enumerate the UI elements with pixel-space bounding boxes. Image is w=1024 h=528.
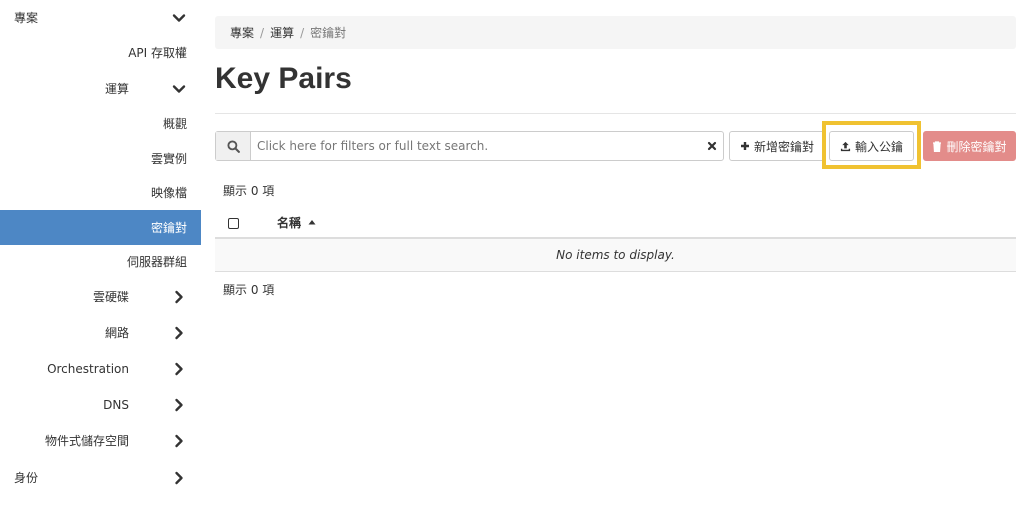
- table-header: 名稱: [215, 205, 1016, 239]
- sidebar-item-label: 雲硬碟: [92, 290, 129, 304]
- chevron-right-icon: [175, 290, 183, 303]
- create-key-pair-label: 新增密鑰對: [753, 139, 814, 154]
- clear-search-button[interactable]: [701, 132, 723, 160]
- sidebar-item-api-access[interactable]: API 存取權: [0, 35, 201, 70]
- breadcrumb-current: 密鑰對: [310, 26, 347, 40]
- sidebar-item-compute[interactable]: 運算: [0, 71, 201, 106]
- sidebar-item-label: DNS: [103, 397, 129, 412]
- plus-icon: [740, 142, 749, 150]
- sidebar-item-overview[interactable]: 概觀: [0, 106, 201, 141]
- breadcrumb: 專案 / 運算 / 密鑰對: [215, 16, 1016, 49]
- sidebar-item-key-pairs[interactable]: 密鑰對: [0, 210, 201, 245]
- chevron-down-icon: [172, 13, 186, 22]
- chevron-down-icon: [172, 84, 186, 93]
- sort-asc-icon: [308, 220, 316, 225]
- chevron-right-icon: [175, 326, 183, 339]
- sidebar-item-label: 雲實例: [150, 152, 187, 166]
- empty-table-message: No items to display.: [215, 239, 1016, 272]
- sidebar-item-volumes[interactable]: 雲硬碟: [0, 279, 201, 314]
- column-header-name[interactable]: 名稱: [277, 214, 316, 231]
- delete-key-pairs-button[interactable]: 刪除密鑰對: [923, 131, 1016, 161]
- sidebar-item-label: 密鑰對: [150, 221, 187, 235]
- column-header-label: 名稱: [277, 216, 302, 230]
- sidebar-item-label: 物件式儲存空間: [44, 434, 129, 448]
- sidebar-item-images[interactable]: 映像檔: [0, 175, 201, 210]
- sidebar-item-label: 映像檔: [150, 186, 187, 200]
- sidebar-item-identity[interactable]: 身份: [0, 460, 201, 495]
- sidebar-item-dns[interactable]: DNS: [0, 387, 201, 422]
- sidebar-item-project[interactable]: 專案: [0, 0, 201, 35]
- sidebar-item-label: 概觀: [162, 117, 187, 131]
- sidebar-item-label: 網路: [104, 326, 129, 340]
- breadcrumb-item-project[interactable]: 專案: [230, 24, 254, 41]
- breadcrumb-separator: /: [300, 25, 305, 40]
- search-button[interactable]: [216, 132, 251, 160]
- delete-key-pairs-label: 刪除密鑰對: [946, 139, 1007, 154]
- sidebar-item-server-groups[interactable]: 伺服器群組: [0, 244, 201, 279]
- trash-icon: [933, 140, 942, 152]
- search-input[interactable]: [251, 132, 701, 160]
- sidebar-item-label: 身份: [14, 471, 39, 485]
- sidebar-item-label: Orchestration: [47, 361, 129, 376]
- close-icon: [707, 141, 717, 151]
- breadcrumb-item-compute[interactable]: 運算: [270, 24, 294, 41]
- sidebar-item-label: 專案: [14, 11, 39, 25]
- sidebar-item-label: 伺服器群組: [126, 255, 187, 269]
- search-icon: [226, 139, 240, 153]
- item-count-footer: 顯示 0 項: [223, 283, 275, 297]
- sidebar-item-orchestration[interactable]: Orchestration: [0, 351, 201, 386]
- page-title: Key Pairs: [215, 62, 352, 95]
- chevron-right-icon: [175, 434, 183, 447]
- divider: [215, 113, 1016, 114]
- sidebar-item-instances[interactable]: 雲實例: [0, 141, 201, 176]
- sidebar-item-network[interactable]: 網路: [0, 315, 201, 350]
- sidebar-item-label: 運算: [104, 82, 129, 96]
- chevron-right-icon: [175, 398, 183, 411]
- breadcrumb-separator: /: [260, 25, 265, 40]
- sidebar-item-object-store[interactable]: 物件式儲存空間: [0, 423, 201, 458]
- create-key-pair-button[interactable]: 新增密鑰對: [729, 131, 825, 161]
- chevron-right-icon: [175, 471, 183, 484]
- sidebar-item-label: API 存取權: [128, 46, 187, 60]
- search-bar: [215, 131, 724, 161]
- main-content: 專案 / 運算 / 密鑰對 Key Pairs 新增密鑰對: [215, 0, 1016, 528]
- highlight-frame: [822, 121, 921, 169]
- select-all-checkbox[interactable]: [228, 218, 239, 229]
- item-count: 顯示 0 項: [223, 184, 275, 198]
- chevron-right-icon: [175, 362, 183, 375]
- sidebar: 專案 API 存取權 運算 概觀 雲實例 映像檔 密鑰對 伺服器群組 雲硬碟 網…: [0, 0, 201, 528]
